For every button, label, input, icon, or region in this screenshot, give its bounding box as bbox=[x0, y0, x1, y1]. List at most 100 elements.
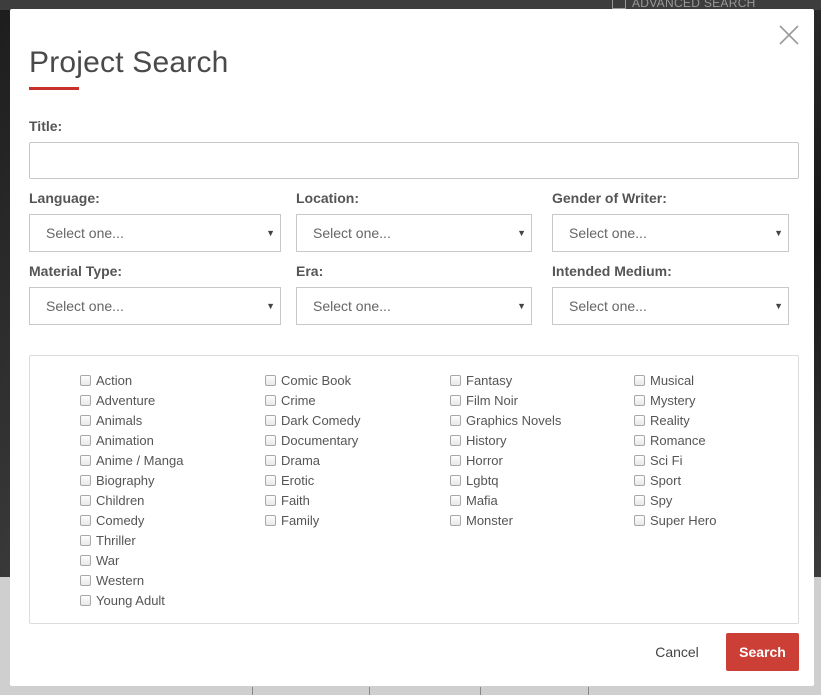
genre-option[interactable]: Faith bbox=[264, 490, 360, 510]
genre-option[interactable]: Crime bbox=[264, 390, 360, 410]
genre-option[interactable]: Monster bbox=[449, 510, 561, 530]
genre-option[interactable]: Horror bbox=[449, 450, 561, 470]
genre-checkbox[interactable] bbox=[265, 494, 276, 506]
gender-of-writer-select[interactable]: Select one... ▼ bbox=[552, 214, 789, 252]
genre-checkbox[interactable] bbox=[265, 414, 276, 426]
genre-option[interactable]: War bbox=[79, 550, 183, 570]
genre-option[interactable]: Comedy bbox=[79, 510, 183, 530]
genre-option[interactable]: Super Hero bbox=[633, 510, 716, 530]
genre-checkbox[interactable] bbox=[265, 434, 276, 446]
genre-option[interactable]: Children bbox=[79, 490, 183, 510]
genre-checkbox[interactable] bbox=[80, 394, 91, 406]
genre-checkbox[interactable] bbox=[265, 514, 276, 526]
language-label: Language: bbox=[29, 190, 100, 206]
genre-option[interactable]: Sci Fi bbox=[633, 450, 716, 470]
genre-checkbox[interactable] bbox=[634, 514, 645, 526]
genre-label: Lgbtq bbox=[466, 472, 499, 488]
location-select[interactable]: Select one... ▼ bbox=[296, 214, 532, 252]
genre-option[interactable]: Film Noir bbox=[449, 390, 561, 410]
genre-checkbox-group: Action Adventure Animals Animation Anime / M… bbox=[29, 355, 799, 624]
genre-checkbox[interactable] bbox=[634, 474, 645, 486]
genre-label: Adventure bbox=[96, 392, 156, 408]
genre-checkbox[interactable] bbox=[634, 414, 645, 426]
genre-checkbox[interactable] bbox=[450, 374, 461, 386]
genre-option[interactable]: Comic Book bbox=[264, 370, 360, 390]
era-select[interactable]: Select one... ▼ bbox=[296, 287, 532, 325]
genre-option[interactable]: Erotic bbox=[264, 470, 360, 490]
genre-option[interactable]: Western bbox=[79, 570, 183, 590]
genre-option[interactable]: Reality bbox=[633, 410, 716, 430]
genre-option[interactable]: Mafia bbox=[449, 490, 561, 510]
genre-option[interactable]: Young Adult bbox=[79, 590, 183, 610]
genre-checkbox[interactable] bbox=[265, 454, 276, 466]
genre-option[interactable]: Dark Comedy bbox=[264, 410, 360, 430]
genre-checkbox[interactable] bbox=[265, 474, 276, 486]
genre-option[interactable]: History bbox=[449, 430, 561, 450]
genre-checkbox[interactable] bbox=[80, 414, 91, 426]
language-select[interactable]: Select one... ▼ bbox=[29, 214, 281, 252]
genre-option[interactable]: Biography bbox=[79, 470, 183, 490]
intended-medium-select-value: Select one... bbox=[569, 298, 647, 314]
genre-checkbox[interactable] bbox=[450, 414, 461, 426]
genre-checkbox[interactable] bbox=[634, 394, 645, 406]
genre-checkbox[interactable] bbox=[450, 394, 461, 406]
genre-checkbox[interactable] bbox=[634, 374, 645, 386]
genre-label: Spy bbox=[650, 492, 673, 508]
genre-option[interactable]: Sport bbox=[633, 470, 716, 490]
genre-checkbox[interactable] bbox=[450, 434, 461, 446]
genre-checkbox[interactable] bbox=[450, 514, 461, 526]
era-select-value: Select one... bbox=[313, 298, 391, 314]
genre-checkbox[interactable] bbox=[80, 534, 91, 546]
genre-checkbox[interactable] bbox=[634, 454, 645, 466]
search-button[interactable]: Search bbox=[726, 633, 799, 671]
genre-label: Horror bbox=[466, 452, 503, 468]
title-input[interactable] bbox=[29, 142, 799, 179]
genre-option[interactable]: Spy bbox=[633, 490, 716, 510]
genre-checkbox[interactable] bbox=[80, 434, 91, 446]
genre-option[interactable]: Adventure bbox=[79, 390, 183, 410]
cancel-button[interactable]: Cancel bbox=[640, 633, 714, 671]
genre-option[interactable]: Animation bbox=[79, 430, 183, 450]
genre-label: Graphics Novels bbox=[466, 412, 562, 428]
genre-option[interactable]: Animals bbox=[79, 410, 183, 430]
genre-option[interactable]: Family bbox=[264, 510, 360, 530]
genre-checkbox[interactable] bbox=[265, 374, 276, 386]
genre-checkbox[interactable] bbox=[450, 474, 461, 486]
genre-option[interactable]: Romance bbox=[633, 430, 716, 450]
project-search-modal: Project Search Title: Language: Location… bbox=[10, 9, 814, 686]
genre-label: Reality bbox=[650, 412, 690, 428]
genre-option[interactable]: Musical bbox=[633, 370, 716, 390]
genre-option[interactable]: Anime / Manga bbox=[79, 450, 183, 470]
genre-option[interactable]: Drama bbox=[264, 450, 360, 470]
genre-checkbox[interactable] bbox=[80, 554, 91, 566]
genre-checkbox[interactable] bbox=[265, 394, 276, 406]
genre-checkbox[interactable] bbox=[80, 514, 91, 526]
backdrop-divider bbox=[480, 687, 481, 695]
genre-label: Romance bbox=[650, 432, 706, 448]
genre-label: Action bbox=[96, 372, 133, 388]
genre-checkbox[interactable] bbox=[634, 434, 645, 446]
genre-option[interactable]: Documentary bbox=[264, 430, 360, 450]
close-button[interactable] bbox=[778, 24, 800, 46]
genre-option[interactable]: Lgbtq bbox=[449, 470, 561, 490]
intended-medium-select[interactable]: Select one... ▼ bbox=[552, 287, 789, 325]
genre-checkbox[interactable] bbox=[80, 594, 91, 606]
genre-checkbox[interactable] bbox=[634, 494, 645, 506]
genre-label: Crime bbox=[281, 392, 316, 408]
genre-checkbox[interactable] bbox=[80, 574, 91, 586]
genre-option[interactable]: Fantasy bbox=[449, 370, 561, 390]
genre-checkbox[interactable] bbox=[80, 374, 91, 386]
genre-label: Young Adult bbox=[96, 592, 165, 608]
chevron-down-icon: ▼ bbox=[774, 228, 783, 238]
genre-option[interactable]: Action bbox=[79, 370, 183, 390]
genre-label: Comedy bbox=[96, 512, 145, 528]
genre-checkbox[interactable] bbox=[80, 474, 91, 486]
genre-option[interactable]: Graphics Novels bbox=[449, 410, 561, 430]
genre-checkbox[interactable] bbox=[80, 454, 91, 466]
genre-checkbox[interactable] bbox=[450, 454, 461, 466]
material-type-select[interactable]: Select one... ▼ bbox=[29, 287, 281, 325]
genre-option[interactable]: Thriller bbox=[79, 530, 183, 550]
genre-checkbox[interactable] bbox=[450, 494, 461, 506]
genre-option[interactable]: Mystery bbox=[633, 390, 716, 410]
genre-checkbox[interactable] bbox=[80, 494, 91, 506]
